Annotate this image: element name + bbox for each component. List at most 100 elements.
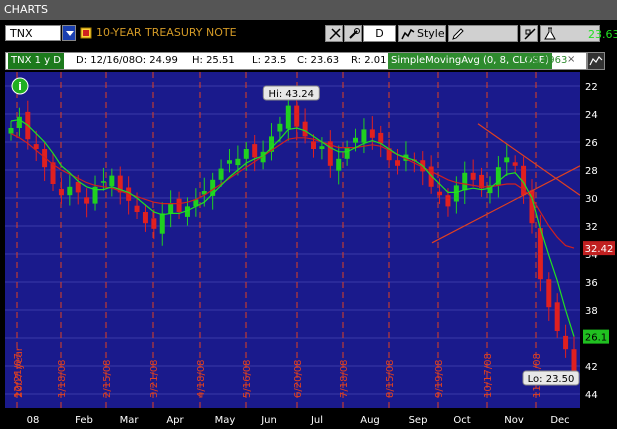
status-symbol-period: TNX 1 y D bbox=[8, 53, 64, 69]
status-range: R: 2.01 bbox=[351, 55, 387, 66]
chart-settings-icon bbox=[589, 56, 603, 66]
x-month-label: Sep bbox=[409, 415, 428, 426]
candle-body bbox=[142, 212, 148, 224]
candle-body bbox=[311, 141, 317, 149]
candle-body bbox=[75, 181, 81, 193]
wrench-icon bbox=[349, 28, 360, 39]
close-icon[interactable]: × bbox=[567, 52, 580, 70]
date-marker-label: 6/20/08 bbox=[293, 359, 304, 398]
x-month-label: Jun bbox=[260, 415, 277, 426]
y-tick-label: 44 bbox=[585, 390, 598, 401]
price-tag-green-label: 26.1 bbox=[585, 333, 607, 344]
window-title-bar: CHARTS bbox=[0, 0, 617, 20]
pencil-icon bbox=[452, 28, 464, 40]
style-button-label: Style bbox=[417, 27, 445, 40]
y-tick-label: 28 bbox=[585, 166, 598, 177]
symbol-description: 10-YEAR TREASURY NOTE bbox=[96, 26, 237, 39]
price-tag-red-label: 32.42 bbox=[585, 244, 614, 255]
x-month-label: Dec bbox=[550, 415, 569, 426]
eraser-icon bbox=[524, 28, 536, 40]
x-month-label: Mar bbox=[120, 415, 140, 426]
style-button[interactable]: Style bbox=[398, 25, 446, 42]
candle-body bbox=[504, 157, 510, 163]
candle-body bbox=[159, 213, 165, 234]
x-month-label: Feb bbox=[75, 415, 93, 426]
x-month-label: Oct bbox=[453, 415, 470, 426]
candle-body bbox=[369, 129, 375, 138]
x-month-label: Apr bbox=[166, 415, 184, 426]
candle-body bbox=[353, 137, 359, 143]
y-tick-label: 22 bbox=[585, 82, 598, 93]
symbol-input[interactable]: TNX bbox=[5, 25, 61, 41]
symbol-dropdown-button[interactable] bbox=[62, 25, 76, 41]
price-chart[interactable]: 44424038363432302826242208FebMarAprMayJu… bbox=[0, 72, 617, 429]
x-month-label: May bbox=[215, 415, 236, 426]
aggregation-button[interactable]: D bbox=[363, 25, 396, 42]
date-marker-label: 1/18/08 bbox=[57, 359, 68, 398]
candle-body bbox=[58, 188, 64, 196]
candle-body bbox=[218, 168, 224, 180]
date-marker-label: 7/18/08 bbox=[339, 359, 350, 398]
crosshair-tool-button[interactable] bbox=[325, 25, 343, 42]
candle-body bbox=[437, 191, 443, 196]
candle-body bbox=[176, 198, 182, 212]
candle-body bbox=[378, 132, 384, 144]
date-marker-label: 10/17/08 bbox=[483, 353, 494, 398]
crosshair-icon bbox=[329, 28, 341, 40]
candle-body bbox=[563, 335, 569, 350]
candle-body bbox=[226, 160, 232, 164]
candle-body bbox=[168, 203, 174, 214]
date-marker-label: 3/21/08 bbox=[149, 359, 160, 398]
drawings-button[interactable]: Drawings bbox=[448, 25, 518, 55]
candle-body bbox=[243, 149, 249, 159]
x-month-label: 08 bbox=[27, 415, 40, 426]
window-title: CHARTS bbox=[4, 3, 49, 16]
candle-body bbox=[252, 144, 258, 158]
y-tick-label: 38 bbox=[585, 306, 598, 317]
study-value: 26.0963 bbox=[526, 55, 568, 66]
y-tick-label: 30 bbox=[585, 194, 598, 205]
status-high: H: 25.51 bbox=[192, 55, 235, 66]
status-bar: TNX 1 y D D: 12/16/08 O: 24.99 H: 25.51 … bbox=[5, 52, 587, 70]
candle-body bbox=[336, 158, 342, 171]
hi-label: Hi: 43.24 bbox=[269, 89, 314, 100]
candle-body bbox=[151, 218, 157, 229]
candle-body bbox=[302, 121, 308, 137]
lo-label: Lo: 23.50 bbox=[528, 374, 575, 385]
y-tick-label: 36 bbox=[585, 278, 598, 289]
pan-tool-button[interactable] bbox=[344, 25, 362, 42]
candle-body bbox=[294, 105, 300, 127]
year-marker-label: 2007 year bbox=[14, 346, 25, 398]
link-icon[interactable] bbox=[80, 26, 92, 40]
candle-body bbox=[512, 162, 518, 166]
x-month-label: Aug bbox=[360, 415, 380, 426]
candle-body bbox=[67, 186, 73, 196]
y-tick-label: 24 bbox=[585, 110, 598, 121]
status-close: C: 23.63 bbox=[297, 55, 340, 66]
x-month-label: Nov bbox=[504, 415, 524, 426]
candle-body bbox=[344, 147, 350, 159]
drawing-toggle-button[interactable] bbox=[520, 25, 538, 42]
date-marker-label: 8/15/08 bbox=[385, 359, 396, 398]
candle-body bbox=[546, 279, 552, 308]
chart-settings-button[interactable] bbox=[587, 52, 605, 70]
candle-body bbox=[470, 172, 476, 180]
status-low: L: 23.5 bbox=[252, 55, 287, 66]
candle-body bbox=[445, 195, 451, 207]
date-marker-label: 2/15/08 bbox=[102, 359, 113, 398]
candle-body bbox=[285, 105, 291, 129]
candle-body bbox=[235, 158, 241, 166]
candle-body bbox=[554, 302, 560, 331]
y-tick-label: 42 bbox=[585, 362, 598, 373]
date-marker-label: 9/19/08 bbox=[434, 359, 445, 398]
candle-body bbox=[453, 185, 459, 202]
date-marker-label: 5/16/08 bbox=[242, 359, 253, 398]
candle-body bbox=[571, 349, 577, 372]
y-tick-label: 26 bbox=[585, 138, 598, 149]
status-open: O: 24.99 bbox=[135, 55, 178, 66]
info-icon-glyph: i bbox=[18, 80, 22, 93]
candle-body bbox=[395, 160, 401, 166]
candle-body bbox=[8, 128, 14, 134]
status-date: D: 12/16/08 bbox=[76, 55, 136, 66]
candle-body bbox=[16, 116, 22, 128]
